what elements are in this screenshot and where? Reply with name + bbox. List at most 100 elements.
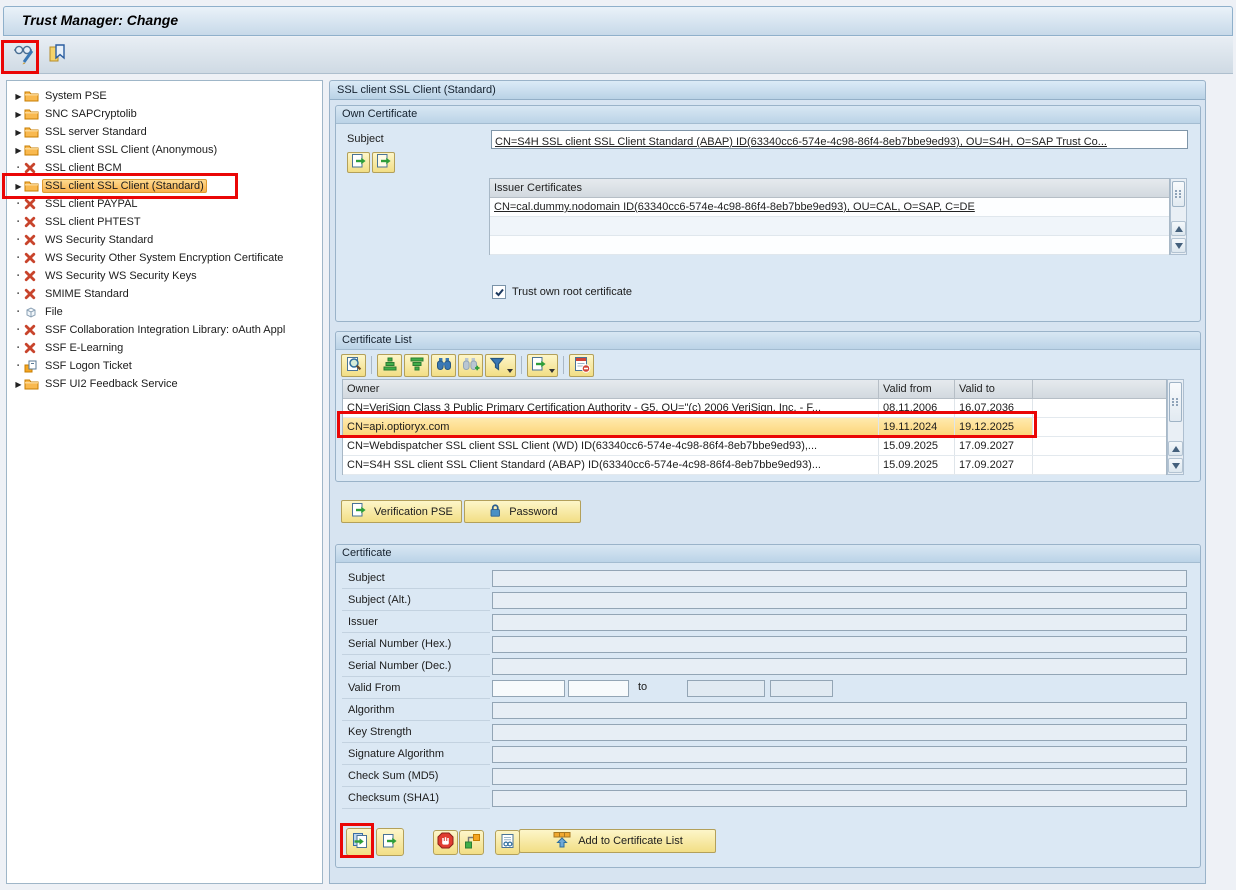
import-certificate-button[interactable] (346, 828, 374, 856)
leaf-bullet-icon: · (13, 198, 24, 210)
tree-item-ws-security-ws-security-keys[interactable]: ·WS Security WS Security Keys (7, 267, 322, 285)
cell-valid-to: 17.09.2027 (955, 437, 1033, 455)
export-own-certificate-button[interactable] (347, 152, 370, 173)
scroll-up-button[interactable] (1171, 221, 1186, 236)
tree-item-ssl-client-ssl-client-standard[interactable]: ▶SSL client SSL Client (Standard) (7, 177, 322, 195)
issuer-scrollbar[interactable] (1170, 178, 1187, 255)
grip-icon (1172, 398, 1179, 407)
filter-button[interactable] (485, 354, 516, 377)
display-certificate-button[interactable] (495, 830, 520, 855)
certificate-row[interactable]: CN=Webdispatcher SSL client SSL Client (… (343, 437, 1166, 456)
tree-item-system-pse[interactable]: ▶System PSE (7, 87, 322, 105)
tree-item-ssf-e-learning[interactable]: ·SSF E-Learning (7, 339, 322, 357)
field-value[interactable] (492, 658, 1187, 675)
own-subject-value: CN=S4H SSL client SSL Client Standard (A… (495, 136, 1107, 148)
cell-valid-to: 17.09.2027 (955, 456, 1033, 474)
own-certificate-title: Own Certificate (336, 106, 1200, 124)
field-value[interactable] (492, 570, 1187, 587)
tree-item-ssl-server-standard[interactable]: ▶SSL server Standard (7, 123, 322, 141)
title-bar: Trust Manager: Change (3, 6, 1233, 36)
field-value[interactable] (492, 614, 1187, 631)
tree-item-ssf-collaboration-integration-library-oaut[interactable]: ·SSF Collaboration Integration Library: … (7, 321, 322, 339)
password-button[interactable]: Password (464, 500, 581, 523)
column-header-valid-from[interactable]: Valid from (879, 380, 955, 398)
own-subject-field[interactable]: CN=S4H SSL client SSL Client Standard (A… (491, 130, 1188, 149)
export-certificate-button[interactable] (376, 828, 404, 856)
expander-icon[interactable]: ▶ (13, 182, 24, 191)
find-next-button[interactable] (458, 354, 483, 377)
tree-item-smime-standard[interactable]: ·SMIME Standard (7, 285, 322, 303)
error-icon (24, 234, 42, 246)
distribute-button[interactable] (42, 41, 71, 70)
tree-item-snc-sapcryptolib[interactable]: ▶ SNC SAPCryptolib (7, 105, 322, 123)
scrollbar-thumb[interactable] (1169, 382, 1182, 422)
valid-from-field[interactable] (568, 680, 629, 697)
tree-item-ssf-ui2-feedback-service[interactable]: ▶SSF UI2 Feedback Service (7, 375, 322, 393)
import-own-certificate-button[interactable] (372, 152, 395, 173)
issuer-certificate-row[interactable] (490, 217, 1169, 236)
field-label: Algorithm (342, 700, 490, 721)
certificate-list-scrollbar[interactable] (1167, 379, 1184, 475)
certificate-row[interactable]: CN=S4H SSL client SSL Client Standard (A… (343, 456, 1166, 475)
field-value[interactable] (492, 790, 1187, 807)
issuer-certificate-row[interactable]: CN=cal.dummy.nodomain ID(63340cc6-574e-4… (490, 198, 1169, 217)
scrollbar-thumb[interactable] (1172, 181, 1185, 207)
tree-item-ssf-logon-ticket[interactable]: ·SSF Logon Ticket (7, 357, 322, 375)
certificate-field-row-subject: Subject (336, 568, 1200, 590)
tree-item-label: SNC SAPCryptolib (42, 107, 140, 121)
field-label: Checksum (SHA1) (342, 788, 490, 809)
valid-from-field[interactable] (492, 680, 565, 697)
field-value[interactable] (492, 702, 1187, 719)
scroll-down-button[interactable] (1171, 238, 1186, 253)
tree-item-ws-security-standard[interactable]: ·WS Security Standard (7, 231, 322, 249)
add-to-certificate-list-button[interactable]: Add to Certificate List (519, 829, 716, 853)
folder-icon (24, 378, 42, 390)
tree-item-ws-security-other-system-encryption-certif[interactable]: ·WS Security Other System Encryption Cer… (7, 249, 322, 267)
tree-item-label: SSL client PHTEST (42, 215, 144, 229)
certificate-row[interactable]: CN=api.optioryx.com19.11.202419.12.2025 (343, 418, 1166, 437)
field-value[interactable] (492, 768, 1187, 785)
field-value[interactable] (492, 746, 1187, 763)
sort-ascending-button[interactable] (377, 354, 402, 377)
valid-to-field[interactable] (770, 680, 833, 697)
stop-button[interactable] (433, 830, 458, 855)
export-icon (381, 832, 399, 853)
valid-to-field[interactable] (687, 680, 765, 697)
export-arrow-icon (375, 152, 393, 173)
replace-certificate-button[interactable] (459, 830, 484, 855)
display-change-button[interactable] (9, 41, 38, 70)
expander-icon[interactable]: ▶ (13, 146, 24, 155)
field-value[interactable] (492, 636, 1187, 653)
subject-label: Subject (347, 133, 384, 145)
details-button[interactable] (341, 354, 366, 377)
detail-panel: SSL client SSL Client (Standard) Own Cer… (329, 80, 1206, 884)
expander-icon[interactable]: ▶ (13, 110, 24, 119)
field-value[interactable] (492, 592, 1187, 609)
sort-descending-button[interactable] (404, 354, 429, 377)
certificate-row[interactable]: CN=VeriSign Class 3 Public Primary Certi… (343, 399, 1166, 418)
scroll-up-button[interactable] (1168, 441, 1183, 456)
export-list-button[interactable] (527, 354, 558, 377)
scroll-down-button[interactable] (1168, 458, 1183, 473)
verification-pse-button[interactable]: Verification PSE (341, 500, 462, 523)
column-header-valid-to[interactable]: Valid to (955, 380, 1033, 398)
trust-own-root-checkbox[interactable] (492, 285, 506, 299)
layout-button[interactable] (569, 354, 594, 377)
tree-item-ssl-client-phtest[interactable]: ·SSL client PHTEST (7, 213, 322, 231)
find-button[interactable] (431, 354, 456, 377)
field-label: Subject (342, 568, 490, 589)
tree-item-ssl-client-ssl-client-anonymous[interactable]: ▶SSL client SSL Client (Anonymous) (7, 141, 322, 159)
arrow-down-icon (1175, 243, 1183, 249)
tree-item-label: SSL client PAYPAL (42, 197, 141, 211)
cell-owner: CN=VeriSign Class 3 Public Primary Certi… (343, 399, 879, 417)
column-header-owner[interactable]: Owner (343, 380, 879, 398)
tree-item-file[interactable]: ·File (7, 303, 322, 321)
tree-item-ssl-client-bcm[interactable]: ·SSL client BCM (7, 159, 322, 177)
expander-icon[interactable]: ▶ (13, 92, 24, 101)
tree-item-ssl-client-paypal[interactable]: · SSL client PAYPAL (7, 195, 322, 213)
expander-icon[interactable]: ▶ (13, 128, 24, 137)
issuer-certificate-row[interactable] (490, 236, 1169, 255)
field-value[interactable] (492, 724, 1187, 741)
folder-icon (24, 180, 42, 192)
expander-icon[interactable]: ▶ (13, 380, 24, 389)
